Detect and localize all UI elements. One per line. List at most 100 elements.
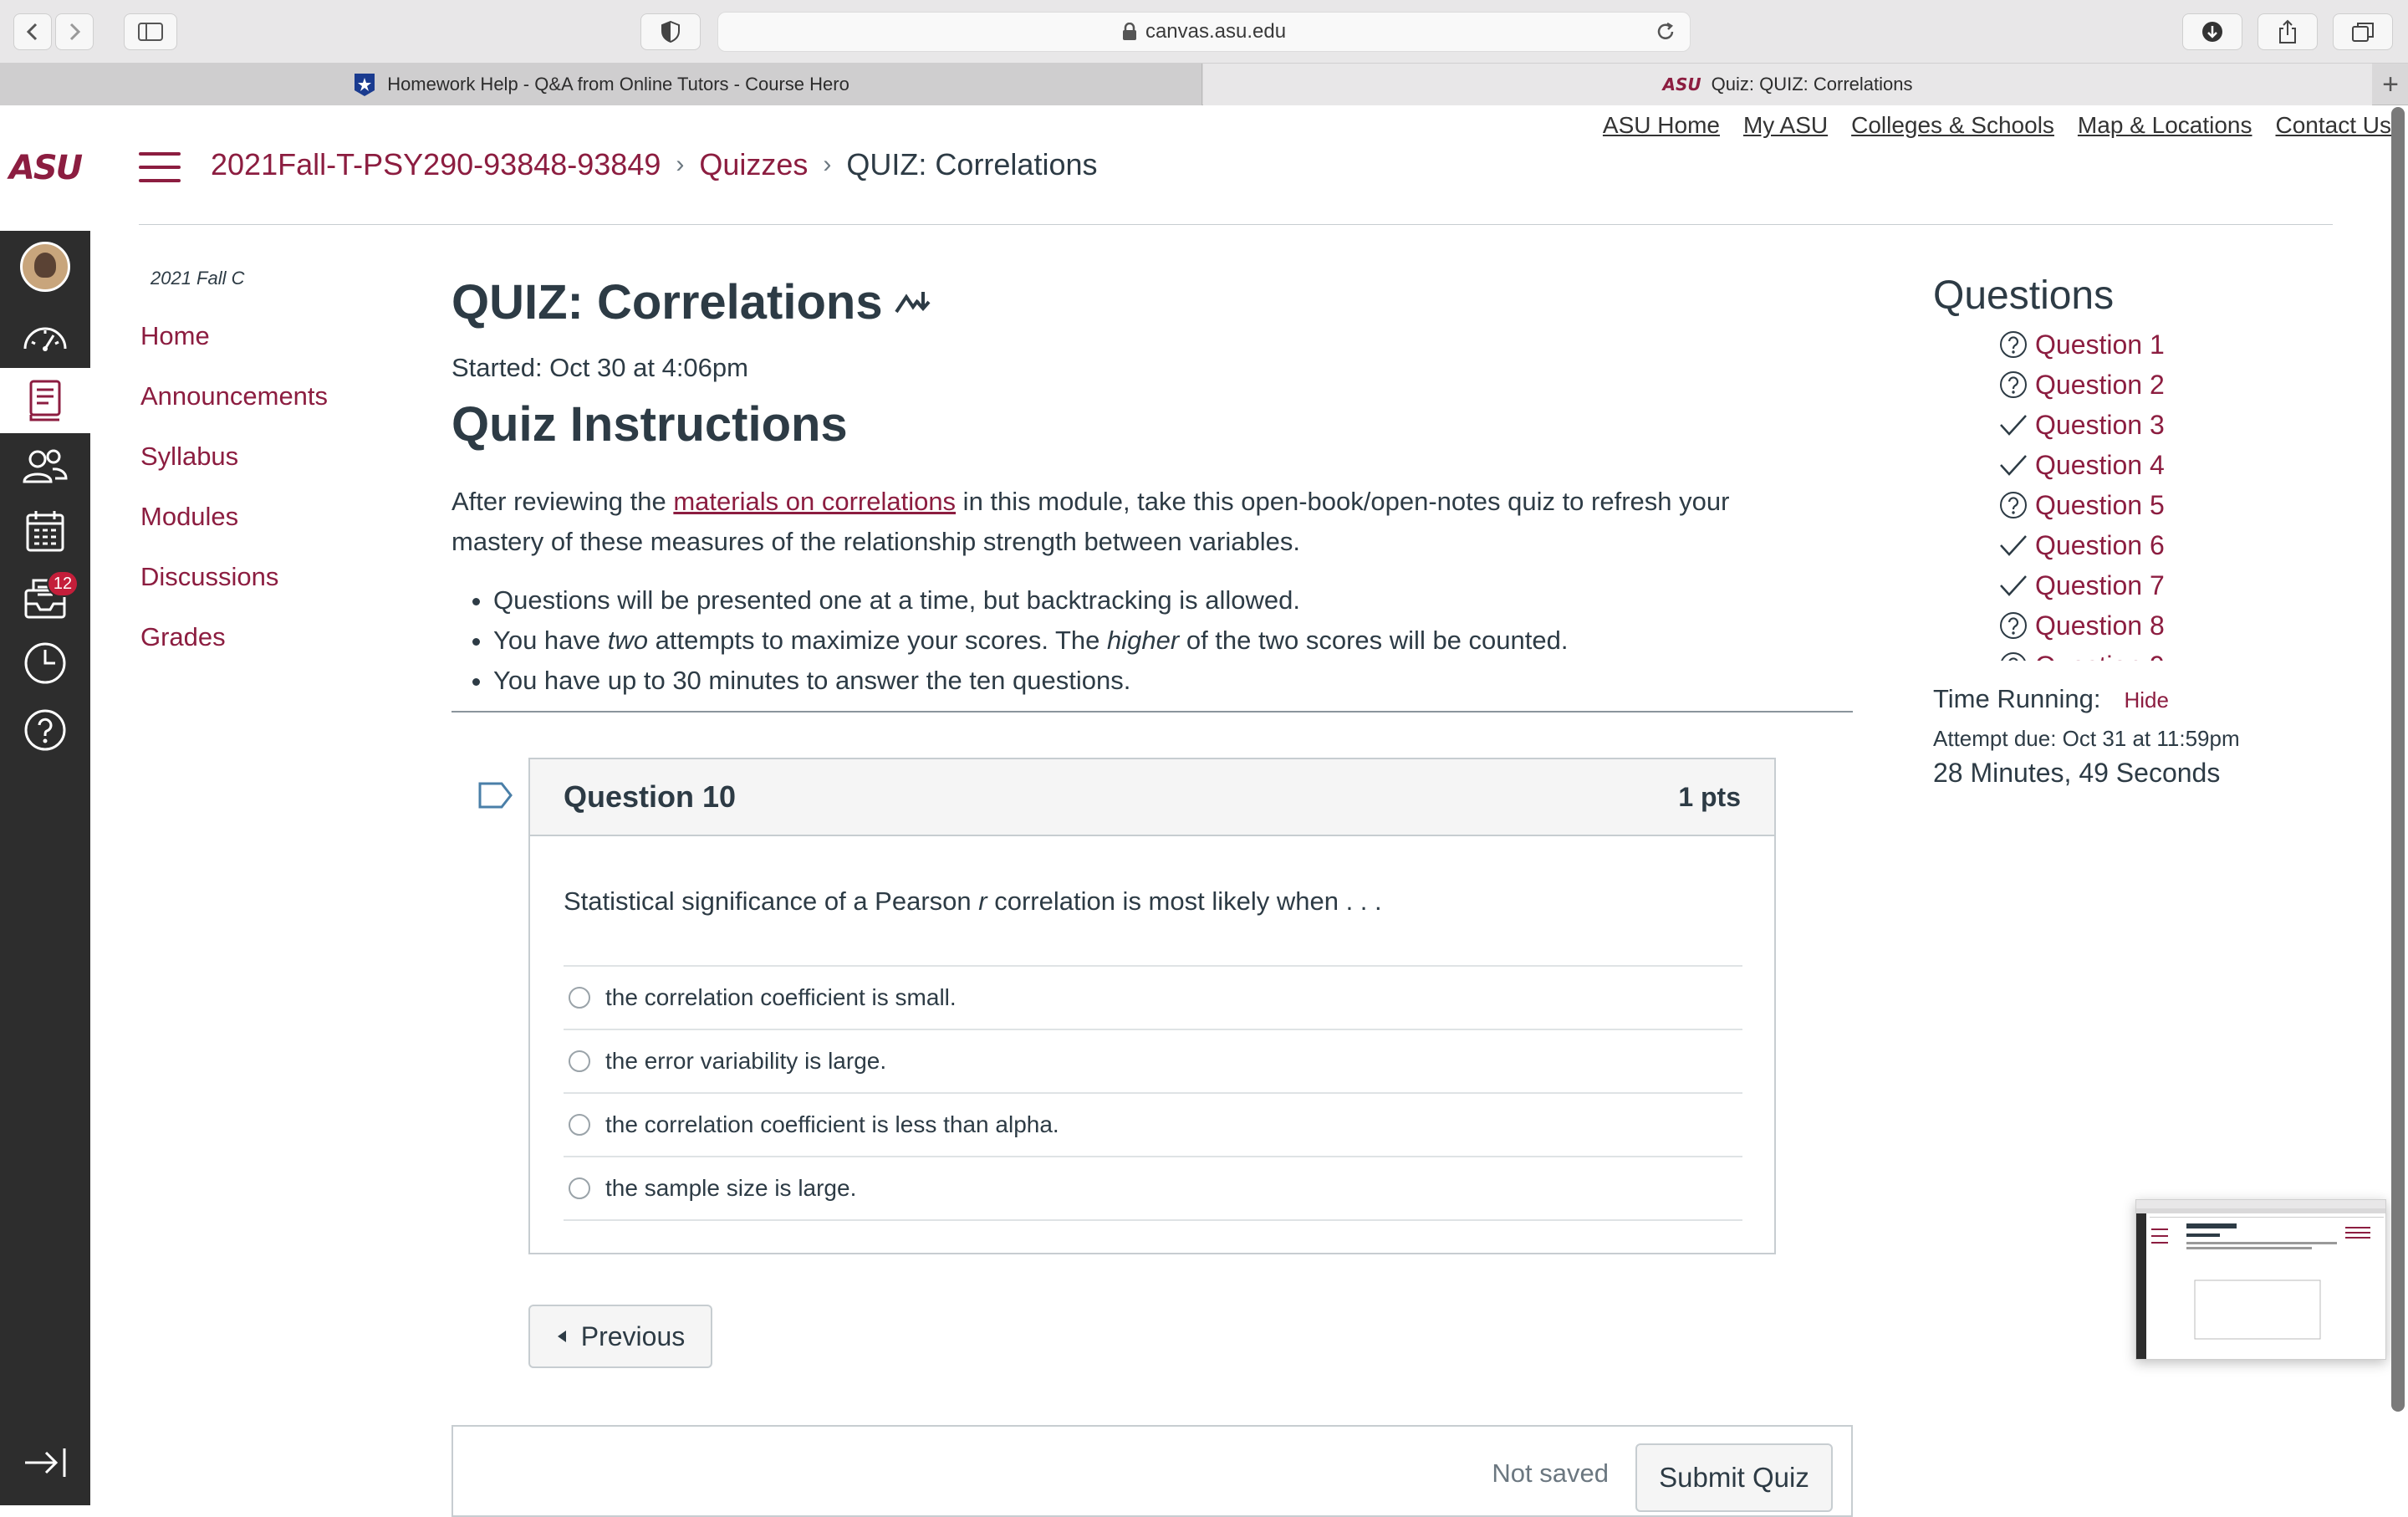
address-bar[interactable]: canvas.asu.edu [717, 12, 1691, 52]
sidebar-icon [138, 23, 163, 41]
privacy-shield-button[interactable] [640, 13, 701, 50]
link-my-asu[interactable]: My ASU [1743, 112, 1828, 139]
nav-groups[interactable] [0, 433, 90, 498]
link-asu-home[interactable]: ASU Home [1603, 112, 1720, 139]
tab-label: Quiz: QUIZ: Correlations [1711, 74, 1913, 94]
instructions-text: After reviewing the materials on correla… [452, 487, 1730, 556]
nav-collapse[interactable] [0, 1430, 90, 1495]
question-link-label: Question 2 [2035, 369, 2165, 400]
checkmark-icon [1998, 570, 2028, 600]
checkmark-icon [1998, 410, 2028, 440]
question-points: 1 pts [1678, 781, 1741, 812]
sidebar-question-link[interactable]: Question 3 [1998, 405, 2165, 445]
radio-button[interactable] [569, 987, 590, 1009]
question-link-label: Question 7 [2035, 570, 2165, 600]
downloads-button[interactable] [2182, 13, 2242, 50]
course-nav-discussions[interactable]: Discussions [140, 562, 328, 592]
course-term: 2021 Fall C [150, 268, 245, 289]
forward-button[interactable] [55, 13, 94, 50]
sidebar-question-link[interactable]: Question 6 [1998, 525, 2165, 565]
header-divider [139, 224, 2333, 225]
shield-icon [661, 21, 680, 43]
question-link-label: Question 9 [2035, 651, 2165, 661]
history-icon [24, 642, 66, 684]
question-link-label: Question 6 [2035, 529, 2165, 560]
flag-question-icon[interactable] [478, 781, 513, 810]
tab-overview-button[interactable] [2333, 13, 2393, 50]
questions-list: Question 1 Question 2 Question 3 Question 4… [1998, 324, 2165, 661]
link-colleges-schools[interactable]: Colleges & Schools [1851, 112, 2054, 139]
answer-option[interactable]: the sample size is large. [564, 1157, 1742, 1221]
nav-history[interactable] [0, 631, 90, 696]
groups-icon [23, 449, 68, 483]
sidebar-question-link[interactable]: Question 7 [1998, 565, 2165, 605]
back-button[interactable] [13, 13, 52, 50]
calendar-icon [26, 511, 64, 552]
radio-button[interactable] [569, 1177, 590, 1199]
quiz-started-time: Started: Oct 30 at 4:06pm [452, 353, 748, 382]
save-status: Not saved [1492, 1458, 1609, 1488]
dashboard-icon [23, 327, 67, 351]
course-hero-icon [355, 74, 375, 96]
page-scrollbar[interactable] [2391, 107, 2405, 1412]
nav-calendar[interactable] [0, 498, 90, 564]
browser-toolbar: canvas.asu.edu [0, 0, 2408, 64]
lock-icon [1122, 23, 1136, 40]
questions-sidebar-title: Questions [1933, 273, 2115, 318]
materials-link[interactable]: materials on correlations [673, 487, 956, 516]
download-icon [2202, 22, 2222, 42]
nav-help[interactable] [0, 697, 90, 763]
page-preview-image [2136, 1200, 2385, 1359]
sidebar-question-link[interactable]: Question 9 [1998, 646, 2165, 661]
sidebar-question-link[interactable]: Question 2 [1998, 365, 2165, 405]
new-tab-button[interactable]: + [2373, 64, 2408, 105]
question-title: Question 10 [564, 779, 737, 814]
nav-account[interactable] [0, 234, 90, 299]
collapse-icon [25, 1448, 66, 1477]
reload-icon[interactable] [1655, 21, 1676, 43]
attempt-due: Attempt due: Oct 31 at 11:59pm [1933, 726, 2240, 751]
answer-list: the correlation coefficient is small. th… [564, 965, 1742, 1221]
course-nav-modules[interactable]: Modules [140, 502, 328, 532]
breadcrumb-separator: › [823, 151, 832, 178]
nav-inbox[interactable]: 12 [0, 565, 90, 631]
rocket-icon [894, 291, 931, 313]
breadcrumb-current: QUIZ: Correlations [846, 147, 1098, 181]
link-map-locations[interactable]: Map & Locations [2078, 112, 2252, 139]
hamburger-menu-icon[interactable] [139, 152, 181, 182]
share-button[interactable] [2258, 13, 2318, 50]
sidebar-toggle-button[interactable] [124, 13, 177, 50]
radio-button[interactable] [569, 1050, 590, 1072]
submit-quiz-button[interactable]: Submit Quiz [1635, 1443, 1833, 1512]
brand-logo-area[interactable]: ASU [0, 105, 90, 231]
course-nav-grades[interactable]: Grades [140, 622, 328, 652]
answer-option[interactable]: the correlation coefficient is small. [564, 967, 1742, 1030]
tab-course-hero[interactable]: Homework Help - Q&A from Online Tutors -… [0, 64, 1202, 105]
previous-button[interactable]: Previous [528, 1305, 712, 1368]
nav-dashboard[interactable] [0, 303, 90, 368]
radio-button[interactable] [569, 1114, 590, 1136]
list-item: You have two attempts to maximize your s… [493, 621, 1568, 661]
hide-timer-link[interactable]: Hide [2124, 687, 2168, 713]
nav-courses[interactable] [0, 368, 90, 433]
timer-value: 28 Minutes, 49 Seconds [1933, 758, 2221, 788]
sidebar-question-link[interactable]: Question 5 [1998, 485, 2165, 525]
sidebar-question-link[interactable]: Question 8 [1998, 605, 2165, 646]
answer-option[interactable]: the correlation coefficient is less than… [564, 1094, 1742, 1157]
time-running-label: Time Running: [1933, 684, 2101, 713]
course-nav-syllabus[interactable]: Syllabus [140, 442, 328, 472]
checkmark-icon [1998, 530, 2028, 560]
sidebar-question-link[interactable]: Question 1 [1998, 324, 2165, 365]
breadcrumb-quizzes[interactable]: Quizzes [699, 147, 808, 182]
answer-option[interactable]: the error variability is large. [564, 1030, 1742, 1094]
tab-quiz[interactable]: ASU Quiz: QUIZ: Correlations [1203, 64, 2372, 105]
link-contact-us[interactable]: Contact Us [2276, 112, 2392, 139]
sidebar-question-link[interactable]: Question 4 [1998, 445, 2165, 485]
course-nav-announcements[interactable]: Announcements [140, 381, 328, 411]
breadcrumb-course[interactable]: 2021Fall-T-PSY290-93848-93849 [211, 147, 661, 182]
help-icon [24, 709, 66, 751]
screenshot-thumbnail[interactable] [2135, 1199, 2386, 1360]
question-circle-icon [1998, 329, 2028, 360]
course-navigation: Home Announcements Syllabus Modules Disc… [140, 321, 328, 652]
course-nav-home[interactable]: Home [140, 321, 328, 351]
